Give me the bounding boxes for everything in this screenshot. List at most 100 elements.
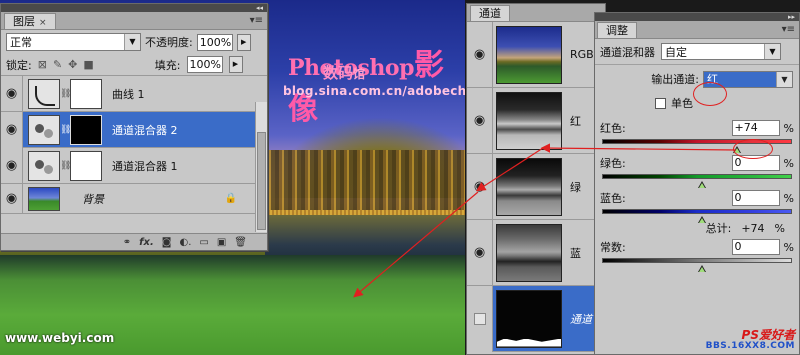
panel-menu-icon[interactable]: ▾≡	[250, 15, 263, 26]
layers-scrollbar[interactable]	[255, 102, 267, 232]
watermark-url: blog.sina.com.cn/adobech	[283, 84, 465, 98]
fill-slider-button[interactable]: ▶	[228, 56, 243, 73]
collapse-icon[interactable]: ▸▸	[788, 13, 795, 21]
constant-value-input[interactable]: 0	[731, 239, 780, 255]
constant-slider-group: 常数: 0%	[595, 236, 799, 272]
constant-slider-handle[interactable]	[698, 265, 706, 272]
panel-titlebar[interactable]: ◂◂	[1, 4, 267, 12]
mask-icon[interactable]: ◙	[162, 237, 172, 248]
blue-slider-group: 蓝色: 0%	[595, 187, 799, 223]
fx-icon[interactable]: fx.	[139, 237, 154, 248]
channels-tabrow: 通道	[467, 4, 605, 22]
channel-thumbnail	[496, 289, 562, 348]
percent-label: %	[783, 121, 794, 135]
folder-icon[interactable]: ▭	[199, 237, 208, 248]
blue-value-input[interactable]: 0	[731, 190, 780, 206]
layer-name: 曲线 1	[112, 87, 145, 101]
annotation-circle-red-value	[733, 139, 773, 159]
adjustment-icon[interactable]: ◐.	[179, 237, 191, 248]
green-label: 绿色:	[600, 157, 626, 170]
layer-name: 通道混合器 2	[112, 123, 178, 137]
eye-icon[interactable]: ◉	[467, 21, 493, 88]
eye-icon[interactable]: ◉	[467, 87, 493, 154]
total-value: +74	[741, 221, 765, 235]
layer-name: 通道混合器 1	[112, 159, 178, 173]
tab-layers[interactable]: 图层 ×	[4, 13, 56, 29]
channel-row-red[interactable]: ◉ 红	[467, 87, 605, 154]
link-icon[interactable]: ⚭	[123, 237, 131, 248]
green-slider-track[interactable]	[602, 174, 792, 179]
green-slider-group: 绿色: 0%	[595, 152, 799, 188]
eye-icon[interactable]: ◉	[1, 75, 23, 112]
adjustments-panel: ▸▸ 调整 ▾≡ 通道混和器 自定 ▼ 输出通道: 红 ▼ 单色 红色: +74% …	[594, 12, 800, 355]
layer-row[interactable]: ◉ 背景 🔒	[1, 183, 267, 214]
chevron-down-icon[interactable]: ▼	[776, 71, 792, 87]
chevron-down-icon[interactable]: ▼	[764, 44, 780, 59]
blue-slider-track[interactable]	[602, 209, 792, 214]
channel-row-blue[interactable]: ◉ 蓝	[467, 219, 605, 286]
channel-row-green[interactable]: ◉ 绿	[467, 153, 605, 220]
chain-icon[interactable]: ⛓	[60, 161, 71, 171]
opacity-label: 不透明度:	[145, 36, 193, 49]
lock-label: 锁定:	[6, 58, 32, 72]
percent-label: %	[783, 240, 794, 254]
trash-icon[interactable]: 🗑	[234, 237, 247, 248]
fill-input[interactable]: 100%	[186, 56, 223, 73]
lock-pixels-icon[interactable]: ✎	[53, 58, 62, 71]
layer-mask-thumbnail[interactable]	[70, 150, 102, 181]
percent-label: %	[783, 156, 794, 170]
scrollbar-thumb[interactable]	[257, 132, 266, 230]
constant-slider-track[interactable]	[602, 258, 792, 263]
layer-row[interactable]: ◉ ⛓ 通道混合器 1	[1, 147, 267, 184]
lock-icon: 🔒	[224, 193, 237, 204]
layer-thumbnail	[28, 186, 60, 211]
panel-menu-icon[interactable]: ▾≡	[782, 24, 795, 35]
channel-thumbnail	[496, 157, 562, 216]
channel-row-alpha[interactable]: 通道	[467, 285, 605, 352]
watermark-subtitle: 数码馆	[323, 64, 366, 82]
collapse-icon[interactable]: ◂◂	[256, 4, 263, 12]
eye-icon[interactable]: ◉	[467, 153, 493, 220]
red-value-input[interactable]: +74	[731, 120, 780, 136]
monochrome-checkbox[interactable]	[655, 97, 666, 109]
adjustment-title: 通道混和器	[600, 45, 655, 59]
channel-row-rgb[interactable]: ◉ RGB	[467, 21, 605, 88]
preset-select[interactable]: 自定 ▼	[661, 43, 781, 60]
eye-icon[interactable]: ◉	[1, 147, 23, 184]
lock-transparent-icon[interactable]: ⊠	[38, 58, 47, 71]
chain-icon[interactable]: ⛓	[60, 125, 71, 135]
site-url: www.webyi.com	[5, 331, 115, 345]
chevron-down-icon[interactable]: ▼	[124, 34, 140, 50]
eye-icon[interactable]: ◉	[1, 111, 23, 148]
visibility-box[interactable]	[467, 285, 493, 352]
blue-slider-handle[interactable]	[698, 216, 706, 223]
new-layer-icon[interactable]: ▣	[217, 237, 226, 248]
layers-tabrow: 图层 × ▾≡	[1, 12, 267, 30]
chain-icon[interactable]: ⛓	[60, 89, 71, 99]
layer-mask-thumbnail[interactable]	[70, 114, 102, 145]
adjust-tabrow: 调整 ▾≡	[595, 21, 799, 39]
lock-row: 锁定: ⊠ ✎ ✥ ■ 填充: 100% ▶	[1, 54, 267, 76]
tab-channels[interactable]: 通道	[470, 5, 510, 21]
output-channel-label: 输出通道:	[651, 73, 699, 86]
blend-mode-select[interactable]: 正常 ▼	[6, 33, 141, 51]
tab-adjustments[interactable]: 调整	[597, 22, 637, 38]
curves-adjustment-icon	[28, 78, 60, 109]
total-label: 总计:	[705, 222, 732, 235]
close-icon[interactable]: ×	[39, 18, 47, 28]
lock-all-icon[interactable]: ■	[83, 58, 93, 71]
eye-icon[interactable]: ◉	[467, 219, 493, 286]
channel-thumbnail	[496, 25, 562, 84]
opacity-slider-button[interactable]: ▶	[236, 33, 251, 51]
layer-row[interactable]: ◉ ⛓ 曲线 1	[1, 75, 267, 112]
opacity-input[interactable]: 100%	[196, 33, 233, 51]
layer-mask-thumbnail[interactable]	[70, 78, 102, 109]
percent-label: %	[774, 221, 785, 235]
trees	[262, 150, 465, 218]
lock-position-icon[interactable]: ✥	[68, 58, 77, 71]
channel-name: 蓝	[570, 246, 581, 260]
eye-icon[interactable]: ◉	[1, 183, 23, 214]
annotation-circle-output	[693, 82, 727, 106]
layer-row-selected[interactable]: ◉ ⛓ 通道混合器 2	[1, 111, 267, 148]
panel-titlebar[interactable]: ▸▸	[595, 13, 799, 21]
